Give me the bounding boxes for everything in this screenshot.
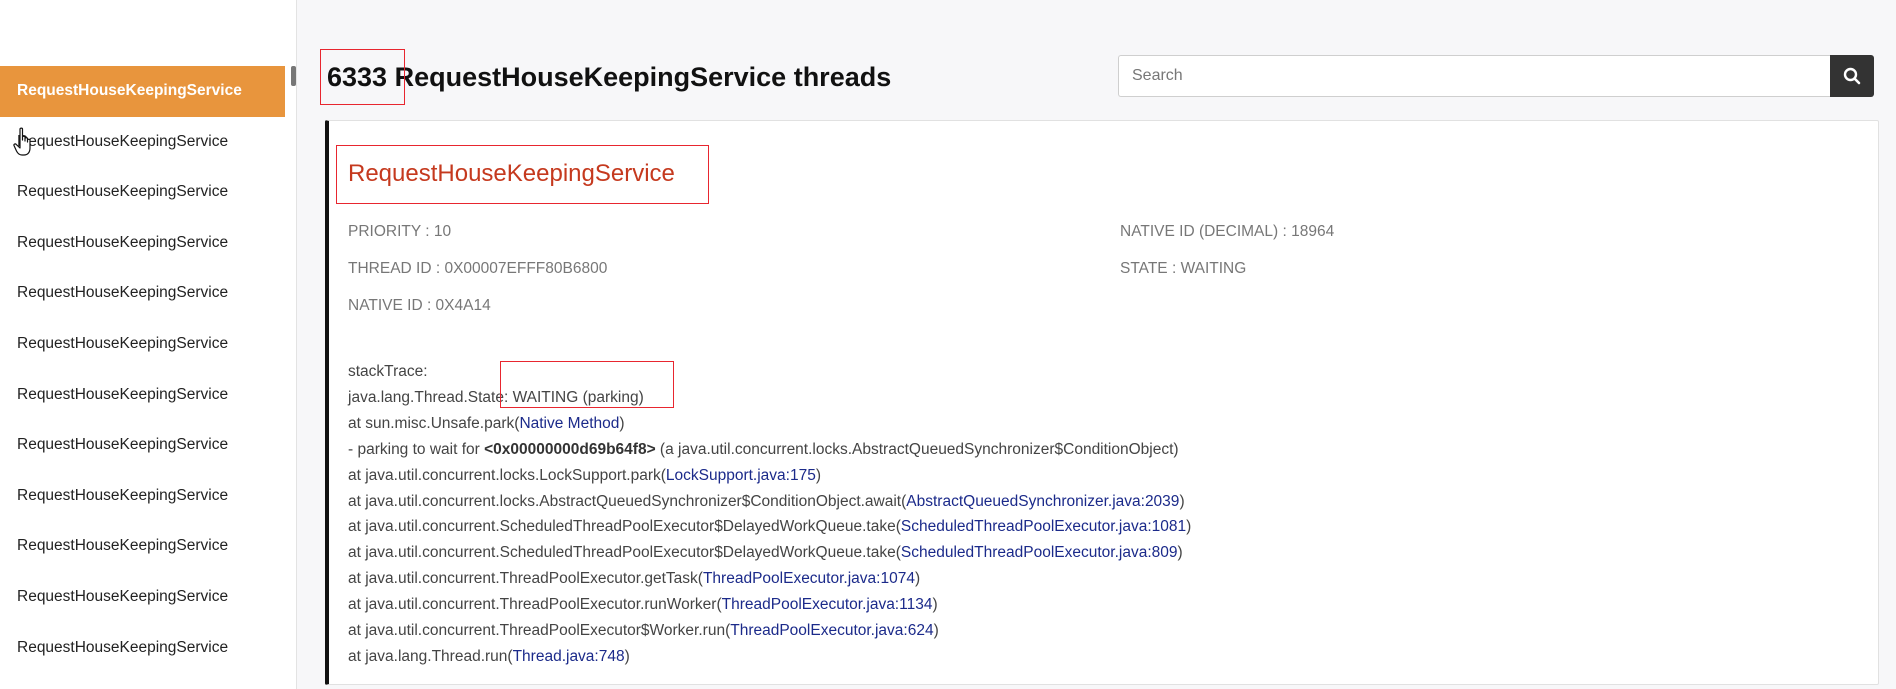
- hand-cursor-icon: [13, 127, 31, 156]
- stack-frame: - parking to wait for <0x00000000d69b64f…: [348, 437, 1191, 463]
- stack-frame-text: at java.util.concurrent.ScheduledThreadP…: [348, 518, 901, 536]
- sidebar-item-thread[interactable]: RequestHouseKeepingService: [0, 471, 285, 522]
- sidebar-item-thread[interactable]: RequestHouseKeepingService: [0, 420, 285, 471]
- source-link[interactable]: ThreadPoolExecutor.java:1134: [722, 596, 933, 613]
- stack-trace: stackTrace: java.lang.Thread.State: WAIT…: [348, 359, 1191, 670]
- sidebar-item-thread[interactable]: RequestHouseKeepingService: [0, 521, 285, 572]
- stack-frame-text: ): [1186, 518, 1192, 536]
- source-link[interactable]: ScheduledThreadPoolExecutor.java:1081: [901, 518, 1186, 535]
- sidebar-list: RequestHouseKeepingService RequestHouseKe…: [0, 66, 285, 673]
- stack-frame-text: at java.lang.Thread.run(: [348, 647, 513, 665]
- stack-frame-text: ): [815, 466, 822, 484]
- thread-state: STATE : WAITING: [1120, 260, 1247, 277]
- sidebar-item-thread[interactable]: RequestHouseKeepingService: [0, 117, 285, 168]
- stack-frame-text: at java.util.concurrent.ScheduledThreadP…: [348, 544, 901, 562]
- sidebar-item-thread[interactable]: RequestHouseKeepingService: [0, 572, 285, 623]
- stack-frame-text: at java.util.concurrent.ThreadPoolExecut…: [348, 622, 731, 640]
- stack-frame-text: ): [933, 622, 939, 640]
- stack-frame: at java.util.concurrent.ThreadPoolExecut…: [348, 618, 1191, 644]
- stack-frame-text: at java.util.concurrent.ThreadPoolExecut…: [348, 596, 722, 614]
- search-bar: [1118, 55, 1874, 97]
- stack-trace-label: stackTrace:: [348, 363, 428, 380]
- source-link[interactable]: Thread.java:748: [513, 648, 625, 665]
- stack-frame-text: - parking to wait for: [348, 440, 485, 458]
- stack-frame: at sun.misc.Unsafe.park(Native Method): [348, 411, 1191, 437]
- source-link[interactable]: ScheduledThreadPoolExecutor.java:809: [901, 544, 1178, 561]
- sidebar-item-thread[interactable]: RequestHouseKeepingService: [0, 218, 285, 269]
- source-link[interactable]: ThreadPoolExecutor.java:624: [730, 622, 933, 639]
- search-input[interactable]: [1118, 55, 1830, 97]
- stack-frame: at java.util.concurrent.locks.AbstractQu…: [348, 489, 1191, 515]
- sidebar-scrollbar[interactable]: [291, 66, 296, 86]
- source-link[interactable]: ThreadPoolExecutor.java:1074: [703, 570, 915, 587]
- sidebar-item-thread[interactable]: RequestHouseKeepingService: [0, 370, 285, 421]
- stack-frame: at java.lang.Thread.run(Thread.java:748): [348, 644, 1191, 670]
- stack-frame-text: at sun.misc.Unsafe.park(: [348, 414, 520, 432]
- lock-address: <0x00000000d69b64f8>: [484, 440, 656, 458]
- stack-frame-text: ): [932, 596, 938, 614]
- stack-state-line: java.lang.Thread.State: WAITING (parking…: [348, 388, 644, 406]
- stack-frame-text: ): [1179, 492, 1185, 510]
- search-button[interactable]: [1830, 55, 1874, 97]
- stack-frame-text: at java.util.concurrent.locks.LockSuppor…: [348, 466, 666, 484]
- source-link[interactable]: Native Method: [519, 415, 619, 432]
- sidebar-item-thread[interactable]: RequestHouseKeepingService: [0, 623, 285, 674]
- thread-priority: PRIORITY : 10: [348, 223, 452, 240]
- stack-frame: at java.util.concurrent.ThreadPoolExecut…: [348, 592, 1191, 618]
- thread-native-id: NATIVE ID : 0X4A14: [348, 297, 491, 314]
- sidebar-item-thread[interactable]: RequestHouseKeepingService: [0, 268, 285, 319]
- sidebar: RequestHouseKeepingService RequestHouseKe…: [0, 0, 297, 689]
- sidebar-item-thread[interactable]: RequestHouseKeepingService: [0, 66, 285, 117]
- thread-name: RequestHouseKeepingService: [348, 160, 675, 187]
- stack-frame-text: ): [624, 647, 630, 665]
- stack-frame: at java.util.concurrent.ThreadPoolExecut…: [348, 566, 1191, 592]
- thread-id: THREAD ID : 0X00007EFFF80B6800: [348, 260, 608, 277]
- stack-frame-text: ): [1177, 544, 1183, 562]
- sidebar-item-thread[interactable]: RequestHouseKeepingService: [0, 319, 285, 370]
- stack-frame: at java.util.concurrent.ScheduledThreadP…: [348, 540, 1191, 566]
- source-link[interactable]: AbstractQueuedSynchronizer.java:2039: [906, 493, 1179, 510]
- stack-frame-text: at java.util.concurrent.locks.AbstractQu…: [348, 492, 907, 510]
- stack-frame: at java.util.concurrent.locks.LockSuppor…: [348, 463, 1191, 489]
- sidebar-item-thread[interactable]: RequestHouseKeepingService: [0, 167, 285, 218]
- thread-native-id-decimal: NATIVE ID (DECIMAL) : 18964: [1120, 223, 1335, 240]
- stack-frame-text: ): [914, 570, 921, 588]
- source-link[interactable]: LockSupport.java:175: [666, 467, 816, 484]
- stack-frame-text: ): [619, 414, 625, 432]
- stack-frame-text: at java.util.concurrent.ThreadPoolExecut…: [348, 570, 703, 588]
- stack-frame: at java.util.concurrent.ScheduledThreadP…: [348, 514, 1191, 540]
- stack-frame-text: (a java.util.concurrent.locks.AbstractQu…: [655, 440, 1179, 458]
- search-icon: [1843, 67, 1861, 85]
- page-title: 6333 RequestHouseKeepingService threads: [327, 62, 892, 92]
